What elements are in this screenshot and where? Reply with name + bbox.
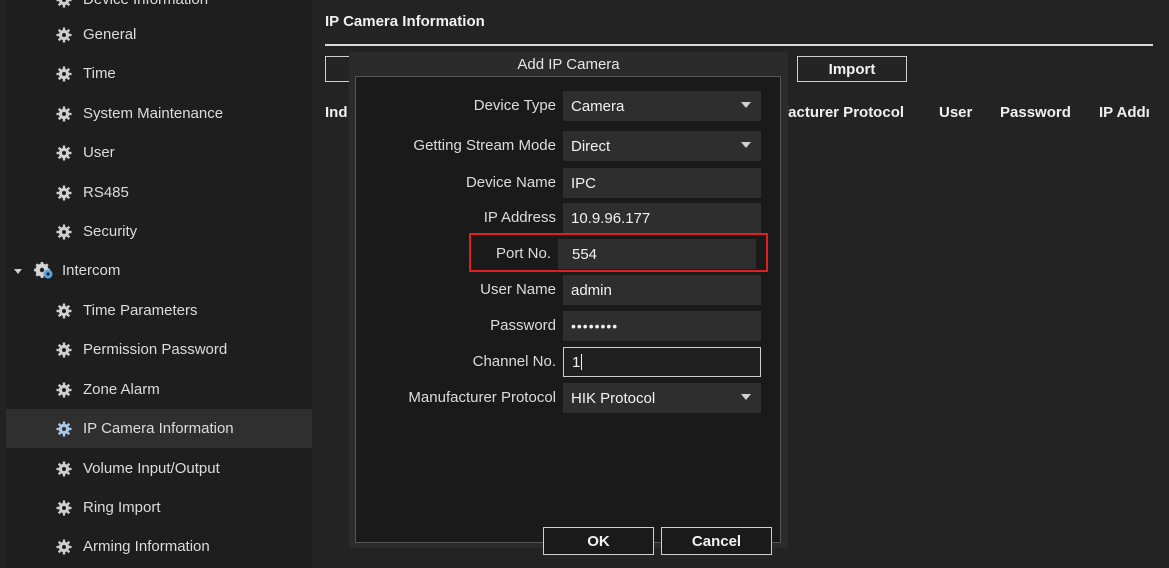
sidebar-item-label: Time Parameters: [83, 302, 198, 319]
gear-icon: [56, 27, 72, 42]
device-name-input[interactable]: IPC: [563, 168, 761, 198]
sidebar-item-permission-password[interactable]: Permission Password: [6, 330, 312, 369]
dropdown-arrow-icon: [741, 394, 751, 400]
gear-icon: [56, 382, 72, 397]
gear-icon: [56, 539, 72, 554]
sidebar-item-label: Device Information: [83, 0, 208, 8]
sidebar-item-label: Time: [83, 65, 116, 82]
port-no-input[interactable]: 554: [558, 239, 756, 269]
sidebar-item-zone-alarm[interactable]: Zone Alarm: [6, 370, 312, 409]
gear-icon: [56, 303, 72, 318]
sidebar-item-label: Volume Input/Output: [83, 460, 220, 477]
stream-mode-select[interactable]: Direct: [563, 131, 761, 161]
device-type-value: Camera: [571, 97, 625, 115]
sidebar-item-ip-camera-information[interactable]: IP Camera Information: [6, 409, 312, 448]
sidebar-item-label: Ring Import: [83, 499, 161, 516]
dialog-body: Device Type Camera Getting Stream Mode D…: [355, 76, 781, 555]
channel-no-value: 1: [572, 353, 581, 371]
gear-icon: [56, 0, 72, 7]
sidebar-item-rs485[interactable]: RS485: [6, 173, 312, 212]
ok-button[interactable]: OK: [543, 527, 654, 555]
stream-mode-label: Getting Stream Mode: [413, 137, 556, 154]
manufacturer-protocol-value: HIK Protocol: [571, 389, 656, 407]
ip-address-label: IP Address: [483, 209, 556, 226]
port-no-label: Port No.: [495, 245, 551, 262]
gear-icon: [56, 66, 72, 81]
sidebar-item-security[interactable]: Security: [6, 212, 312, 251]
password-input[interactable]: ••••••••: [563, 311, 761, 341]
user-name-label: User Name: [480, 281, 556, 298]
device-type-select[interactable]: Camera: [563, 91, 761, 121]
password-label: Password: [490, 317, 556, 334]
sidebar-item-label: Zone Alarm: [83, 381, 160, 398]
channel-no-label: Channel No.: [472, 353, 556, 370]
title-divider: [325, 44, 1153, 46]
column-header-index: Ind: [325, 104, 348, 121]
dialog-title: Add IP Camera: [517, 55, 620, 73]
sidebar-item-label: Security: [83, 223, 138, 240]
sidebar-item-system-maintenance[interactable]: System Maintenance: [6, 94, 312, 133]
gear-icon: [56, 185, 72, 200]
sidebar-item-label: RS485: [83, 184, 129, 201]
manufacturer-protocol-select[interactable]: HIK Protocol: [563, 383, 761, 413]
device-name-label: Device Name: [465, 174, 556, 191]
text-cursor: [581, 354, 583, 370]
sidebar-item-user[interactable]: User: [6, 133, 312, 172]
ip-address-input[interactable]: 10.9.96.177: [563, 203, 761, 233]
page-title: IP Camera Information: [325, 13, 485, 30]
sidebar-nav: Device Information General Time System M…: [6, 0, 312, 568]
stream-mode-value: Direct: [571, 137, 611, 155]
intercom-icon: [34, 261, 53, 278]
gear-icon: [56, 342, 72, 357]
dropdown-arrow-icon: [741, 102, 751, 108]
user-name-input[interactable]: admin: [563, 275, 761, 305]
sidebar-item-ring-import[interactable]: Ring Import: [6, 488, 312, 527]
sidebar-group-intercom[interactable]: Intercom: [6, 251, 312, 290]
gear-icon: [56, 421, 72, 436]
caret-down-icon[interactable]: [12, 265, 24, 277]
sidebar-item-volume-input-output[interactable]: Volume Input/Output: [6, 449, 312, 488]
cancel-button[interactable]: Cancel: [661, 527, 772, 555]
sidebar-item-time-parameters[interactable]: Time Parameters: [6, 291, 312, 330]
manufacturer-protocol-label: Manufacturer Protocol: [408, 389, 556, 406]
column-header-manufacturer-protocol: ufacturer Protocol: [774, 104, 905, 121]
sidebar-item-time[interactable]: Time: [6, 54, 312, 93]
sidebar-item-label: Permission Password: [83, 341, 228, 358]
sidebar-group-label: Intercom: [62, 262, 121, 279]
sidebar-item-label: System Maintenance: [83, 105, 224, 122]
channel-no-input[interactable]: 1: [563, 347, 761, 377]
sidebar-item-general[interactable]: General: [6, 15, 312, 54]
column-header-ip-address: IP Addı: [1099, 104, 1150, 121]
sidebar-item-label: IP Camera Information: [83, 420, 234, 437]
gear-icon: [56, 145, 72, 160]
gear-icon: [56, 461, 72, 476]
gear-icon: [56, 224, 72, 239]
gear-icon: [56, 106, 72, 121]
add-ip-camera-dialog: Add IP Camera Device Type Camera Getting…: [349, 52, 788, 555]
column-header-user: User: [939, 104, 973, 121]
dropdown-arrow-icon: [741, 142, 751, 148]
sidebar-item-label: User: [83, 144, 115, 161]
column-header-password: Password: [1000, 104, 1071, 121]
sidebar-item-label: Arming Information: [83, 538, 210, 555]
sidebar-item-arming-information[interactable]: Arming Information: [6, 527, 312, 566]
import-button[interactable]: Import: [797, 56, 907, 82]
device-type-label: Device Type: [473, 97, 556, 114]
sidebar-item-label: General: [83, 26, 137, 43]
gear-icon: [56, 500, 72, 515]
